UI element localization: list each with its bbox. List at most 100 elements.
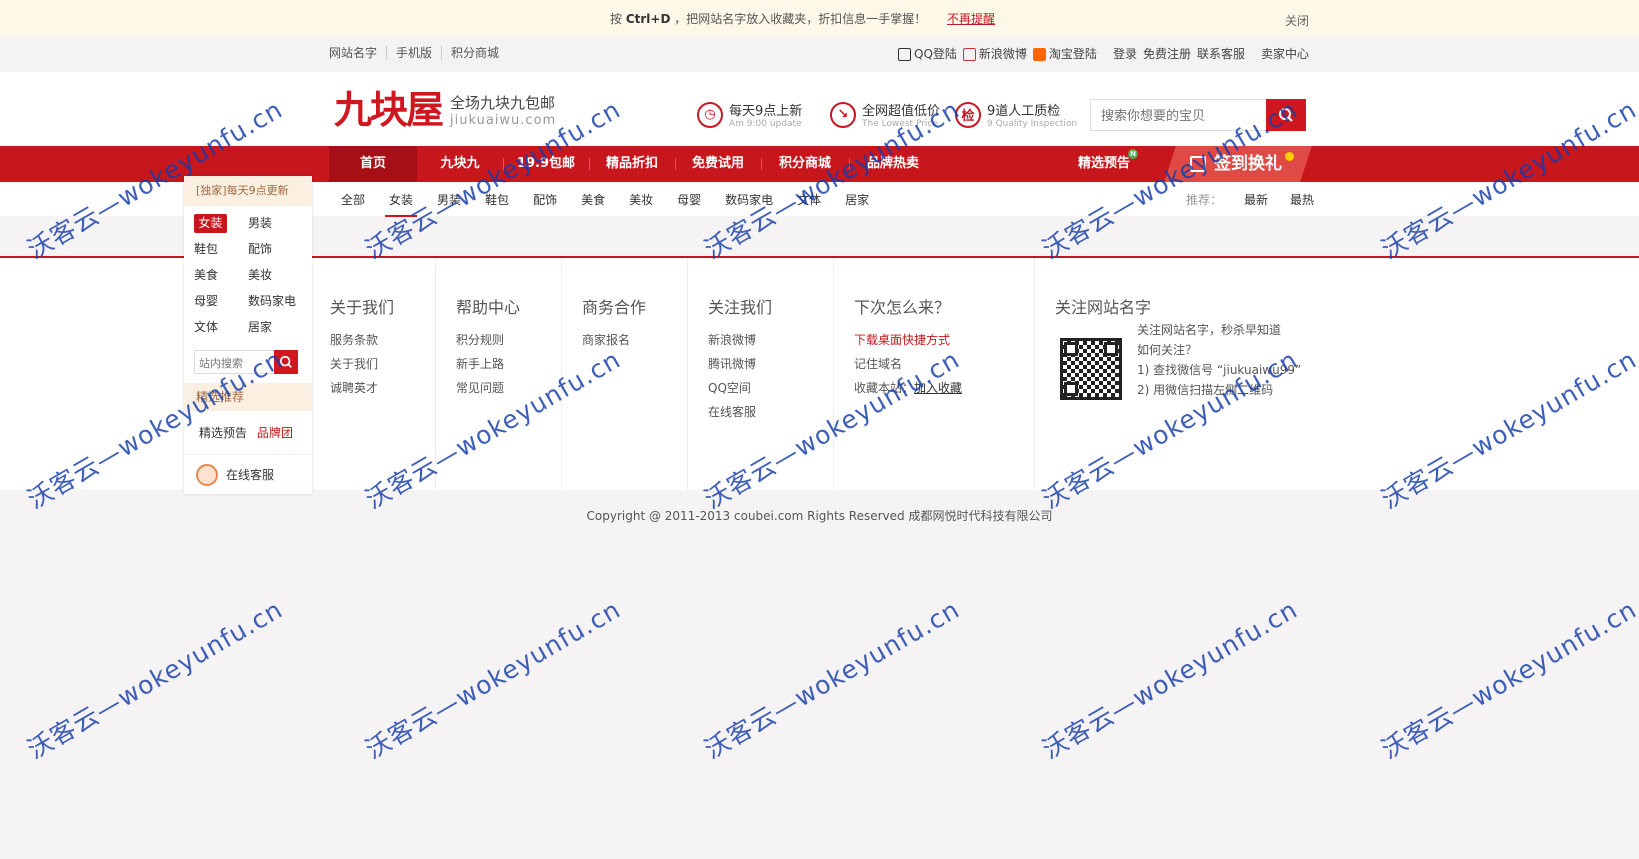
remember-domain-text: 记住域名 [854,357,903,371]
logo-domain: jiukuaiwu.com [450,113,557,128]
footer-heading: 下次怎么来？ [854,298,951,317]
footer-link[interactable]: 新浪微博 [708,328,772,352]
add-favorite-link[interactable]: 加入收藏 [914,381,962,395]
cat-men[interactable]: 男装 [437,191,461,208]
qq-login-link[interactable]: QQ登陆 [898,45,957,62]
search-button[interactable] [1266,99,1306,131]
footer-link[interactable]: 积分规则 [456,328,520,352]
weibo-login-link[interactable]: 新浪微博 [962,45,1027,62]
cat-accessories[interactable]: 配饰 [533,191,557,208]
contact-service-link[interactable]: 联系客服 [1197,45,1245,62]
qr-corner [1064,382,1078,396]
points-mall-link[interactable]: 积分商城 [442,46,508,60]
panel-cat-accessories[interactable]: 配饰 [248,240,302,259]
panel-cat-bags[interactable]: 鞋包 [194,240,248,259]
register-link[interactable]: 免费注册 [1143,45,1191,62]
footer-link[interactable]: QQ空间 [708,376,772,400]
footer-heading: 关注网站名字 [1055,298,1152,317]
feature-subtitle: The Lowest Price [862,119,938,129]
panel-cat-home[interactable]: 居家 [248,318,302,337]
new-badge: N [1128,149,1139,159]
nav-preview[interactable]: 精选预告 N [1078,146,1139,182]
divider [833,258,834,490]
qr-corner [1104,342,1118,356]
panel-cat-digital[interactable]: 数码家电 [248,292,302,311]
nav-9-9[interactable]: 九块九 [417,146,503,182]
cat-digital[interactable]: 数码家电 [725,191,773,208]
footer-link[interactable]: 新手上路 [456,352,520,376]
download-shortcut-link[interactable]: 下载桌面快捷方式 [854,328,962,352]
panel-preview-link[interactable]: 精选预告 [199,424,247,441]
footer-follow: 关注我们 新浪微博 腾讯微博 QQ空间 在线客服 [708,294,772,424]
site-name-link[interactable]: 网站名字 [329,46,388,60]
search-input[interactable] [1091,100,1273,132]
mobile-link[interactable]: 手机版 [387,46,443,60]
panel-cat-women[interactable]: 女装 [194,214,227,233]
wechat-line: 如何关注？ [1137,343,1198,357]
cat-baby[interactable]: 母婴 [677,191,701,208]
site-logo[interactable]: 九块屋 全场九块九包邮 jiukuaiwu.com [334,88,556,132]
header-search [1090,99,1306,132]
panel-cat-men[interactable]: 男装 [248,214,302,233]
search-icon [1279,108,1293,122]
footer-heading: 商务合作 [582,298,647,317]
footer-link[interactable]: 服务条款 [330,328,394,352]
feature-inspection: 检 9道人工质检 9 Quality Inspection [955,100,1077,129]
nav-home[interactable]: 首页 [329,146,417,182]
feature-update: ◷ 每天9点上新 Am 9:00 update [697,100,802,129]
panel-search-button[interactable] [274,350,298,374]
panel-search [194,350,298,375]
watermark: 沃客云—wokeyunfu.cn [360,594,626,765]
watermark: 沃客云—wokeyunfu.cn [699,594,965,765]
panel-recommend-header: 精选推荐 [184,383,312,411]
top-links: 网站名字 手机版 积分商城 [329,46,508,60]
wechat-qr-code [1060,338,1122,400]
search-icon [279,355,292,368]
nav-points-mall[interactable]: 积分商城 [761,146,849,182]
dismiss-link[interactable]: 不再提醒 [947,10,995,27]
login-link[interactable]: 登录 [1113,45,1137,62]
panel-cat-food[interactable]: 美食 [194,266,248,285]
footer-help: 帮助中心 积分规则 新手上路 常见问题 [456,294,520,400]
feature-subtitle: Am 9:00 update [729,119,802,129]
cat-women[interactable]: 女装 [385,191,418,217]
panel-cat-sports[interactable]: 文体 [194,318,248,337]
panel-online-service[interactable]: 在线客服 [184,454,312,494]
sort-newest[interactable]: 最新 [1244,191,1268,208]
footer-link[interactable]: 诚聘英才 [330,376,394,400]
feature-title: 全网超值低价 [862,104,941,119]
panel-cat-beauty[interactable]: 美妆 [248,266,302,285]
footer-heading: 关于我们 [330,298,395,317]
floating-category-panel: [独家]每天9点更新 女装 男装 鞋包 配饰 美食 美妆 母婴 数码家电 文体 … [184,176,312,494]
nav-brand-sale[interactable]: 品牌热卖 [849,146,937,182]
clock-icon: ◷ [697,101,723,128]
site-header: 九块屋 全场九块九包邮 jiukuaiwu.com ◷ 每天9点上新 Am 9:0… [0,72,1639,146]
seller-center-link[interactable]: 卖家中心 [1261,45,1309,62]
footer-link[interactable]: 在线客服 [708,400,772,424]
nav-discount[interactable]: 精品折扣 [589,146,675,182]
nav-free-trial[interactable]: 免费试用 [675,146,761,182]
cat-food[interactable]: 美食 [581,191,605,208]
online-service-label: 在线客服 [226,468,275,482]
cat-sports[interactable]: 文体 [797,191,821,208]
footer-link[interactable]: 腾讯微博 [708,352,772,376]
panel-search-input[interactable] [195,351,271,375]
cat-all[interactable]: 全部 [341,191,365,208]
cat-home[interactable]: 居家 [845,191,869,208]
nav-19-9[interactable]: 19.9包邮 [503,146,589,182]
taobao-icon [1032,48,1046,61]
cat-beauty[interactable]: 美妆 [629,191,653,208]
panel-cat-baby[interactable]: 母婴 [194,292,248,311]
footer-link[interactable]: 商家报名 [582,328,646,352]
footer-link[interactable]: 关于我们 [330,352,394,376]
sign-dot [1285,152,1294,161]
cat-bags[interactable]: 鞋包 [485,191,509,208]
footer-link[interactable]: 常见问题 [456,376,520,400]
close-notice-button[interactable]: 关闭 [1285,12,1309,29]
sign-in-button[interactable]: 签到换礼 [1190,146,1282,182]
sort-hottest[interactable]: 最热 [1290,191,1314,208]
taobao-login-link[interactable]: 淘宝登陆 [1032,45,1097,62]
trend-icon: ↘ [830,101,856,128]
feature-subtitle: 9 Quality Inspection [987,119,1078,129]
panel-brand-link[interactable]: 品牌团 [257,424,293,441]
